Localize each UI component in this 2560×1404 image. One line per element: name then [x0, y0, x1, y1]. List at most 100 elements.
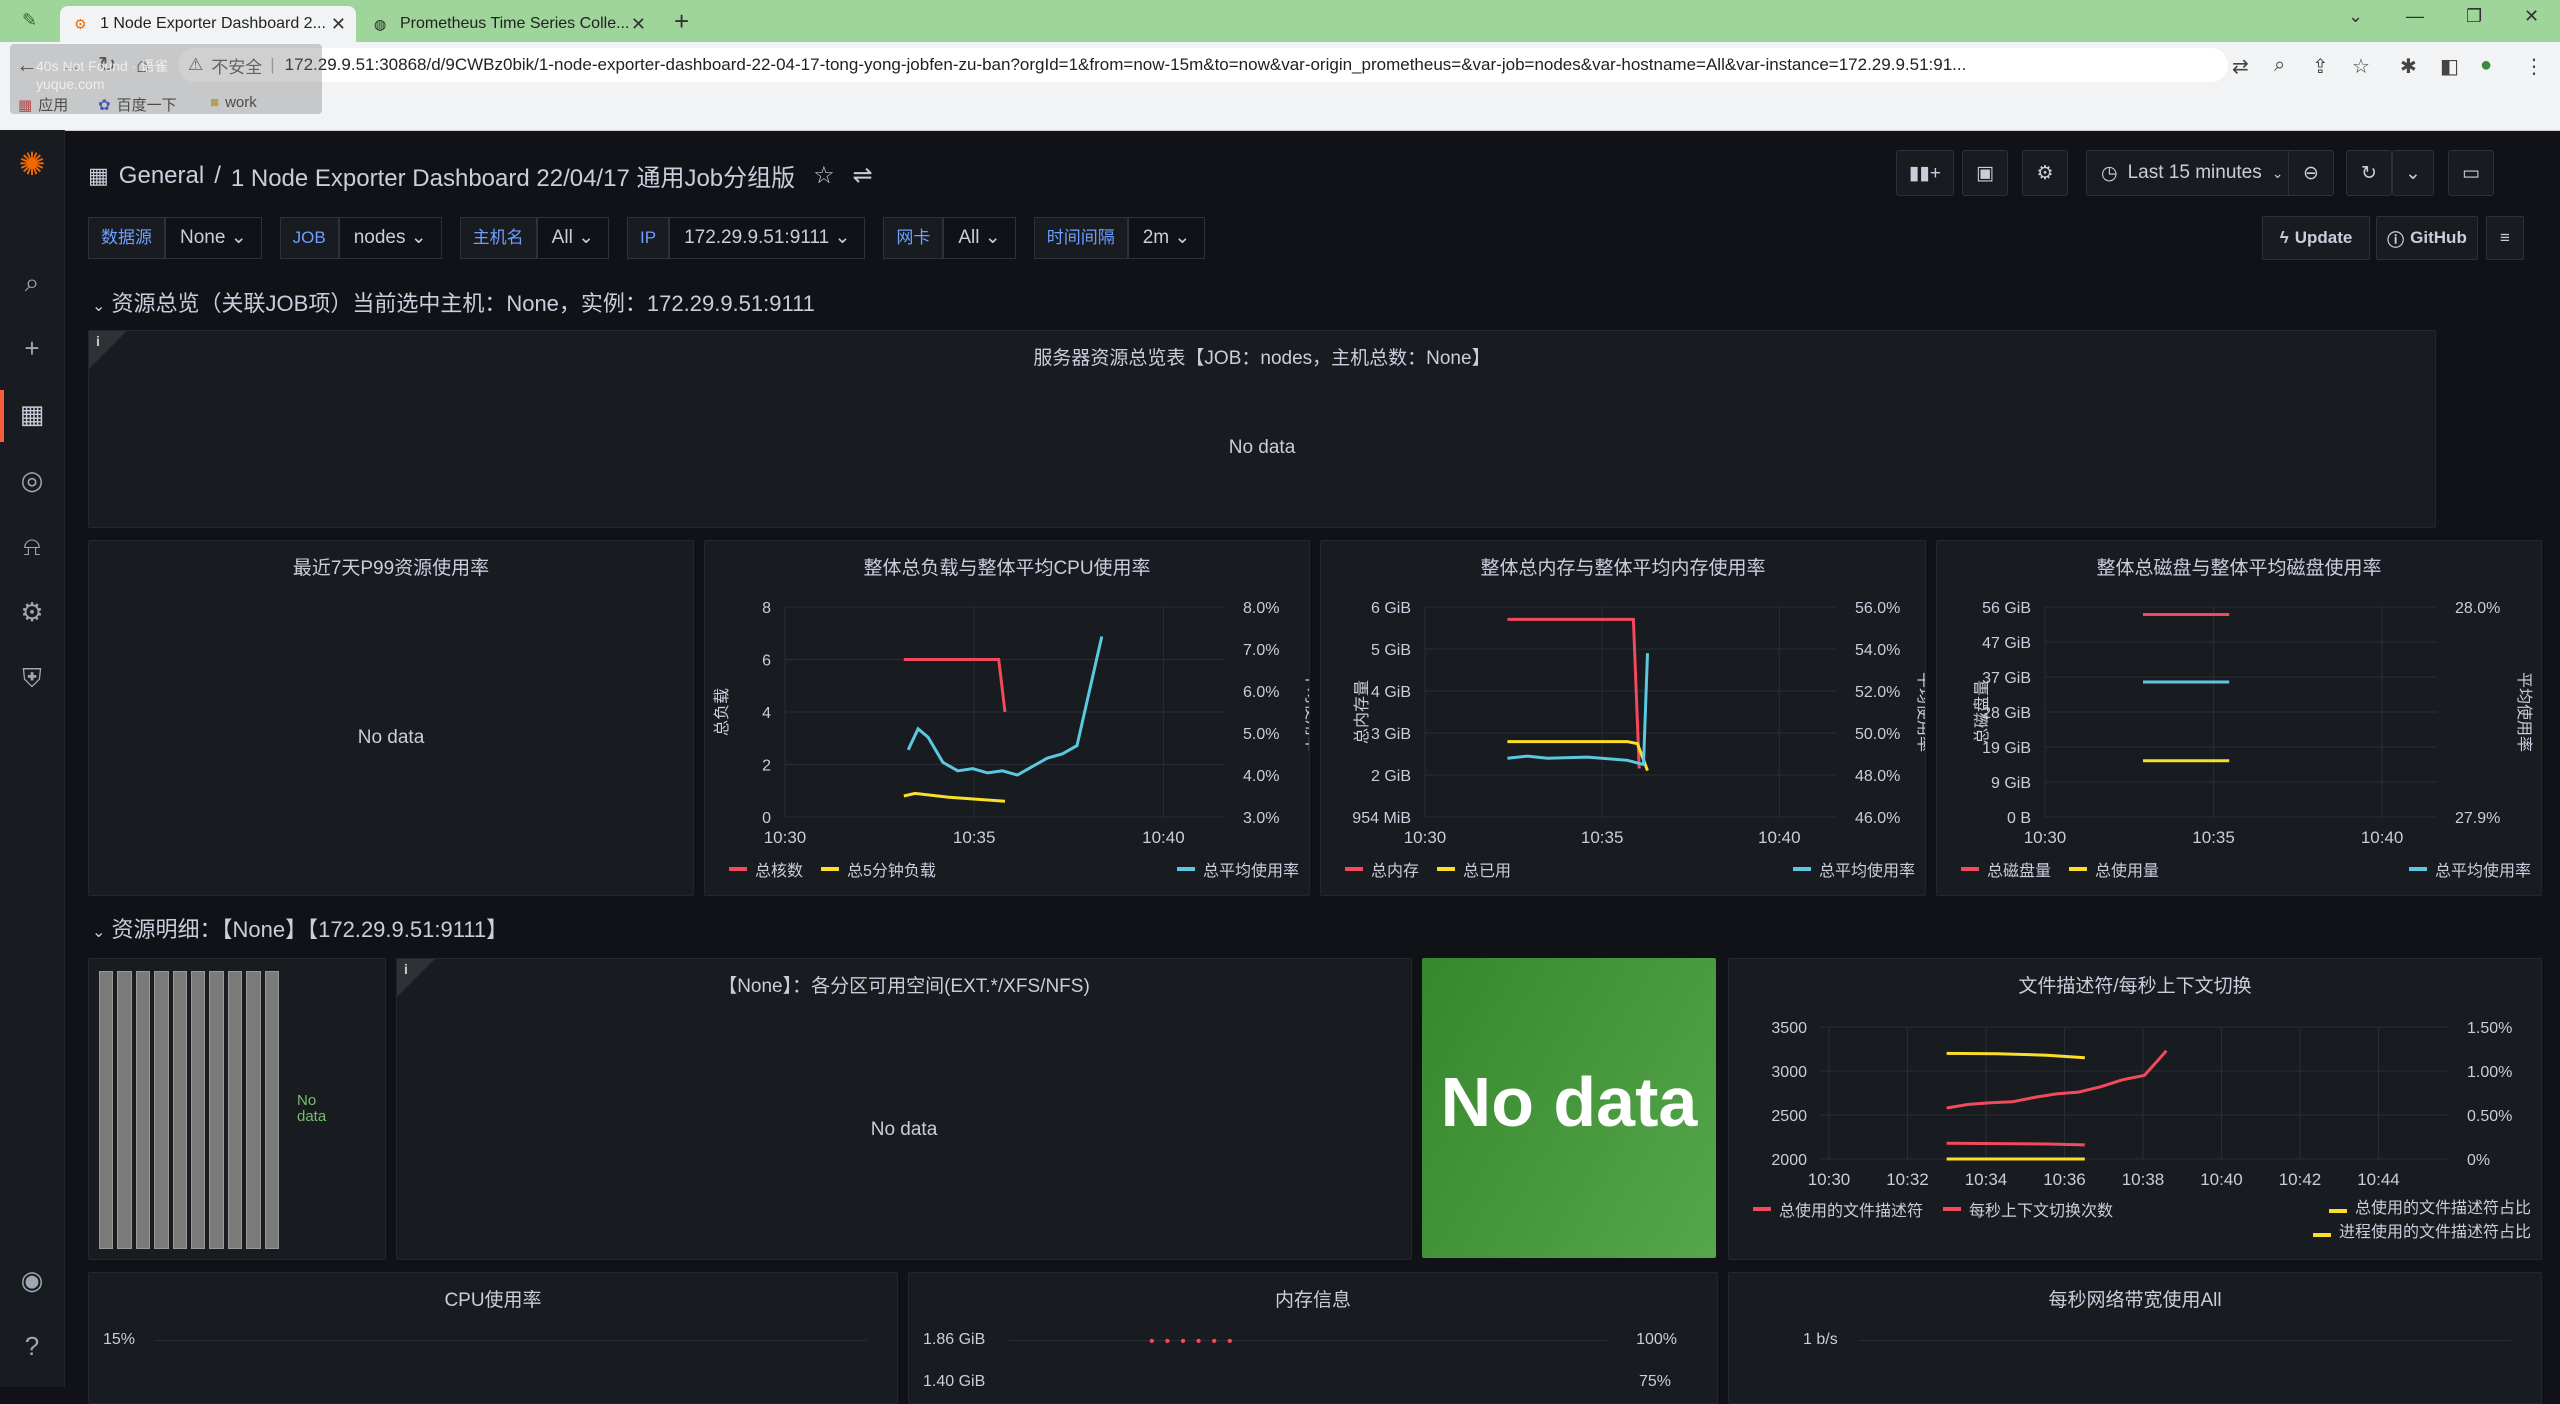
- zoom-icon[interactable]: ⌕: [2274, 54, 2285, 77]
- profile-icon[interactable]: ●: [2480, 54, 2492, 77]
- panel-title[interactable]: 每秒网络带宽使用All: [1729, 1285, 2541, 1312]
- var-label-job: JOB: [279, 217, 339, 259]
- var-select-ip[interactable]: 172.29.9.51:9111 ⌄: [669, 217, 866, 259]
- close-window-button[interactable]: ✕: [2524, 6, 2539, 27]
- refresh-button[interactable]: ↻: [2346, 150, 2392, 196]
- y-tick-label-right: 1.00%: [2467, 1064, 2512, 1081]
- menu-icon[interactable]: ⋮: [2524, 54, 2544, 79]
- close-tab-icon[interactable]: ✕: [631, 14, 646, 35]
- legend-item[interactable]: 总5分钟负载: [847, 857, 936, 881]
- row-header-detail[interactable]: ⌄ 资源明细：【None】【172.29.9.51:9111】: [92, 912, 508, 944]
- time-picker[interactable]: ◷ Last 15 minutes ⌄: [2086, 150, 2302, 196]
- refresh-interval-dropdown[interactable]: ⌄: [2392, 150, 2434, 196]
- panel-title[interactable]: 【None】：各分区可用空间(EXT.*/XFS/NFS): [397, 971, 1411, 998]
- legend-swatch: [2312, 1233, 2331, 1237]
- explore-icon[interactable]: ◎: [16, 464, 48, 496]
- dashboard-settings-button[interactable]: ⚙: [2022, 150, 2068, 196]
- panel-title[interactable]: 服务器资源总览表【JOB：nodes，主机总数：None】: [89, 343, 2435, 370]
- update-link-button[interactable]: ϟ Update: [2262, 216, 2370, 260]
- var-select-job[interactable]: nodes ⌄: [338, 217, 442, 259]
- legend-item[interactable]: 总内存: [1371, 857, 1419, 881]
- y-tick-label-right: 4.0%: [1243, 768, 1279, 785]
- series-line-0: [1946, 1141, 2085, 1147]
- breadcrumb-folder[interactable]: General: [119, 162, 204, 190]
- github-link-button[interactable]: ⓘ GitHub: [2376, 216, 2478, 260]
- legend-item[interactable]: 总使用量: [2095, 857, 2159, 881]
- x-tick-label: 10:38: [2122, 1170, 2165, 1189]
- y-tick-label: 1.40 GiB: [923, 1373, 986, 1390]
- translate-icon[interactable]: ⇄: [2232, 54, 2249, 79]
- browser-app-icon: ✎: [22, 10, 38, 30]
- server-admin-icon[interactable]: ⛨: [16, 662, 48, 694]
- gauge-bar: [246, 971, 261, 1249]
- x-tick-label: 10:35: [1581, 828, 1624, 847]
- legend-item[interactable]: 总使用的文件描述符占比: [2355, 1200, 2531, 1217]
- dashboard-title[interactable]: 1 Node Exporter Dashboard 22/04/17 通用Job…: [231, 158, 795, 193]
- share-dashboard-icon[interactable]: ⇌: [853, 161, 873, 190]
- share-icon[interactable]: ⇪: [2312, 54, 2329, 79]
- new-tab-button[interactable]: +: [674, 6, 689, 37]
- panel-cpu-load: 整体总负载与整体平均CPU使用率 0 2 4 6 8 3.0% 4.0% 5.0% 6.0% 7.…: [704, 540, 1310, 896]
- y-tick-label-right: 27.9%: [2455, 810, 2500, 827]
- grafana-favicon-icon: ⚙: [74, 16, 87, 32]
- grafana-logo-icon[interactable]: ✺: [16, 148, 48, 180]
- panel-title[interactable]: 内存信息: [909, 1285, 1717, 1312]
- bolt-icon: ϟ: [2279, 228, 2289, 247]
- maximize-button[interactable]: ❐: [2466, 6, 2482, 27]
- legend-item[interactable]: 总平均使用率: [2435, 857, 2531, 881]
- close-tab-icon[interactable]: ✕: [331, 14, 346, 35]
- var-select-datasource[interactable]: None ⌄: [165, 217, 262, 259]
- sidepanel-icon[interactable]: ◧: [2440, 54, 2459, 79]
- var-select-hostname[interactable]: All ⌄: [536, 217, 609, 259]
- y-tick-label: 4: [762, 705, 771, 722]
- configuration-icon[interactable]: ⚙: [16, 596, 48, 628]
- y-tick-label-right: 52.0%: [1855, 684, 1900, 701]
- legend-item[interactable]: 总已用: [1463, 857, 1511, 881]
- browser-tab-prometheus[interactable]: ◍ Prometheus Time Series Colle... ✕: [360, 6, 656, 42]
- legend-item[interactable]: 总核数: [755, 857, 803, 881]
- y-tick-label-right: 50.0%: [1855, 726, 1900, 743]
- legend-swatch: [1345, 867, 1363, 871]
- dashboard-links-menu[interactable]: ≡: [2486, 216, 2524, 260]
- legend-item[interactable]: 总使用的文件描述符: [1779, 1197, 1923, 1221]
- var-select-nic[interactable]: All ⌄: [943, 217, 1016, 259]
- alerting-icon[interactable]: ⍾: [16, 530, 48, 562]
- bookmark-star-icon[interactable]: ☆: [2352, 54, 2370, 79]
- help-icon[interactable]: ?: [16, 1330, 48, 1362]
- add-panel-button[interactable]: ▮▮+: [1896, 150, 1954, 196]
- browser-tab-grafana[interactable]: ⚙ 1 Node Exporter Dashboard 2... ✕: [60, 6, 356, 42]
- extensions-icon[interactable]: ✱: [2400, 54, 2417, 79]
- tab-search-icon[interactable]: ⌄: [2348, 6, 2363, 27]
- star-icon[interactable]: ☆: [813, 161, 835, 190]
- panel-title[interactable]: CPU使用率: [89, 1285, 897, 1312]
- gauge-bar: [154, 971, 169, 1249]
- y-tick-label: 2 GiB: [1371, 768, 1411, 785]
- url-text: 172.29.9.51:30868/d/9CWBz0bik/1-node-exp…: [284, 55, 1967, 74]
- legend: 总使用的文件描述符 每秒上下文切换次数: [1753, 1197, 2113, 1221]
- legend-item[interactable]: 总磁盘量: [1987, 857, 2051, 881]
- gauge-bar: [172, 971, 188, 1249]
- legend-item[interactable]: 总平均使用率: [1819, 857, 1915, 881]
- legend-item[interactable]: 进程使用的文件描述符占比: [2339, 1224, 2531, 1241]
- chart-cpu-load: 0 2 4 6 8 3.0% 4.0% 5.0% 6.0% 7.0% 8.0% 10:30 10:35 1…: [713, 600, 1309, 847]
- y-tick-label: 56 GiB: [1982, 600, 2031, 617]
- var-select-interval[interactable]: 2m ⌄: [1127, 217, 1206, 259]
- globe-icon: ◍: [374, 16, 387, 32]
- series-line-0: [903, 658, 1007, 713]
- user-avatar-icon[interactable]: ◉: [16, 1264, 48, 1296]
- panel-title[interactable]: 最近7天P99资源使用率: [89, 553, 693, 580]
- address-bar[interactable]: ⚠ 不安全 | 172.29.9.51:30868/d/9CWBz0bik/1-…: [178, 48, 2228, 82]
- row-header-overview[interactable]: ⌄ 资源总览（关联JOB项）当前选中主机：None，实例：172.29.9.51…: [92, 286, 815, 318]
- dashboards-icon[interactable]: ▦: [16, 398, 48, 430]
- search-icon[interactable]: ⌕: [16, 266, 48, 298]
- create-icon[interactable]: +: [16, 332, 48, 364]
- save-dashboard-button[interactable]: ▣: [1962, 150, 2008, 196]
- tv-mode-button[interactable]: ▭: [2448, 150, 2494, 196]
- legend-item[interactable]: 每秒上下文切换次数: [1969, 1197, 2113, 1221]
- minimize-button[interactable]: —: [2406, 6, 2424, 27]
- y-axis-label-right: 平均使用率: [2515, 672, 2533, 752]
- zoom-out-button[interactable]: ⊖: [2288, 150, 2334, 196]
- gauge-bar: [264, 971, 280, 1249]
- legend-item[interactable]: 总平均使用率: [1203, 857, 1299, 881]
- x-tick-label: 10:40: [2361, 828, 2404, 847]
